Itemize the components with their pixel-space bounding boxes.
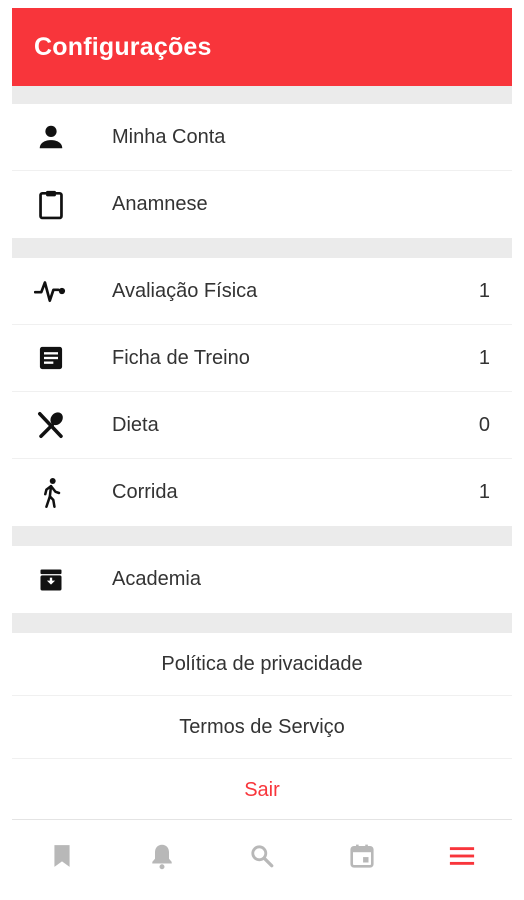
menu-item-label: Dieta	[112, 413, 159, 436]
app-frame: Configurações Minha Conta Anamnese Avali…	[12, 8, 512, 896]
account-section: Minha Conta Anamnese	[12, 104, 512, 238]
menu-item-dieta[interactable]: Dieta 0	[12, 392, 512, 459]
logout-button[interactable]: Sair	[12, 759, 512, 822]
menu-item-label: Anamnese	[112, 193, 208, 215]
links-section: Política de privacidade Termos de Serviç…	[12, 633, 512, 822]
archive-icon	[34, 563, 68, 597]
menu-item-label: Corrida	[112, 481, 178, 503]
nav-notifications[interactable]	[132, 833, 192, 883]
section-divider	[12, 238, 512, 258]
menu-icon	[448, 845, 476, 872]
terms-of-service-link[interactable]: Termos de Serviço	[12, 696, 512, 759]
nav-menu[interactable]	[432, 833, 492, 883]
item-count: 1	[478, 346, 490, 369]
bell-icon	[149, 842, 175, 875]
section-divider	[12, 526, 512, 546]
menu-item-anamnese[interactable]: Anamnese	[12, 171, 512, 238]
menu-item-minha-conta[interactable]: Minha Conta	[12, 104, 512, 171]
item-count: 1	[478, 279, 490, 302]
activity-section: Avaliação Física 1 Ficha de Treino 1 Die…	[12, 258, 512, 526]
menu-item-label: Ficha de Treino	[112, 346, 250, 369]
item-count: 0	[478, 413, 490, 436]
menu-item-ficha-de-treino[interactable]: Ficha de Treino 1	[12, 325, 512, 392]
heartbeat-icon	[34, 274, 68, 308]
section-divider	[12, 86, 512, 104]
menu-item-label: Avaliação Física	[112, 279, 258, 302]
nav-bookmarks[interactable]	[32, 833, 92, 883]
nav-search[interactable]	[232, 833, 292, 883]
menu-item-academia[interactable]: Academia	[12, 546, 512, 613]
menu-item-label: Academia	[112, 568, 201, 590]
app-header: Configurações	[12, 8, 512, 86]
document-icon	[34, 341, 68, 375]
item-count: 1	[478, 481, 490, 503]
clipboard-icon	[34, 188, 68, 222]
bottom-navigation	[12, 819, 512, 896]
bookmark-icon	[51, 843, 73, 874]
menu-item-corrida[interactable]: Corrida 1	[12, 459, 512, 526]
utensils-icon	[34, 408, 68, 442]
search-icon	[249, 843, 275, 874]
gym-section: Academia	[12, 546, 512, 613]
page-title: Configurações	[34, 32, 212, 61]
person-icon	[34, 120, 68, 154]
privacy-policy-link[interactable]: Política de privacidade	[12, 633, 512, 696]
calendar-icon	[349, 843, 375, 874]
menu-item-label: Minha Conta	[112, 125, 226, 148]
menu-item-avaliacao-fisica[interactable]: Avaliação Física 1	[12, 258, 512, 325]
section-divider	[12, 613, 512, 633]
walking-icon	[34, 476, 68, 510]
nav-calendar[interactable]	[332, 833, 392, 883]
